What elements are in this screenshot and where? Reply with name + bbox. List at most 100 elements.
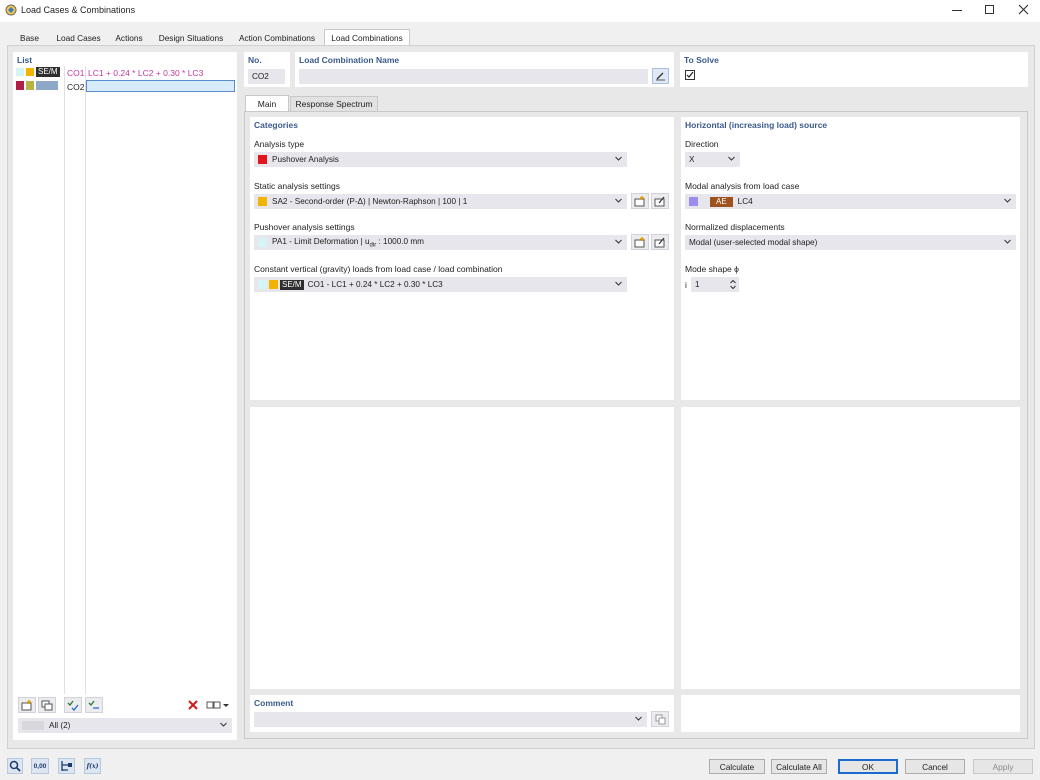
new-item-icon[interactable] <box>18 697 36 713</box>
color-swatch <box>26 81 34 90</box>
edit-pushover-settings-icon[interactable] <box>651 234 669 250</box>
tab-action-combinations[interactable]: Action Combinations <box>232 30 322 45</box>
delete-icon[interactable] <box>184 697 202 713</box>
edit-static-settings-icon[interactable] <box>651 193 669 209</box>
mode-shape-stepper[interactable]: 1 <box>691 277 739 292</box>
list-item-name-editor[interactable] <box>86 80 235 92</box>
comment-input[interactable] <box>254 712 647 727</box>
static-settings-select[interactable]: SA2 - Second-order (P-Δ) | Newton-Raphso… <box>254 194 627 209</box>
tab-label: Design Situations <box>158 32 224 43</box>
category-badge: SE/M <box>36 67 60 77</box>
minimize-icon[interactable] <box>952 10 962 11</box>
new-static-settings-icon[interactable] <box>631 193 649 209</box>
to-solve-panel: To Solve <box>680 52 1028 87</box>
gravity-loads-select[interactable]: SE/M CO1 - LC1 + 0.24 * LC2 + 0.30 * LC3 <box>254 277 627 292</box>
search-icon[interactable] <box>7 758 23 774</box>
comment-panel: Comment <box>250 695 674 732</box>
check-all-icon[interactable] <box>64 697 82 713</box>
tab-load-combinations[interactable]: Load Combinations <box>324 29 410 46</box>
list-title: List <box>17 55 33 65</box>
chevron-down-icon <box>615 280 622 287</box>
chevron-down-icon <box>615 155 622 162</box>
subtab-main[interactable]: Main <box>245 95 289 112</box>
uncheck-all-icon[interactable] <box>85 697 103 713</box>
static-settings-value: SA2 - Second-order (P-Δ) | Newton-Raphso… <box>272 197 468 206</box>
calculate-all-label: Calculate All <box>776 761 822 772</box>
static-swatch <box>258 197 267 206</box>
graphic-panel-left <box>250 407 674 689</box>
new-pushover-settings-icon[interactable] <box>631 234 649 250</box>
no-field[interactable]: CO2 <box>248 69 285 84</box>
view-options-icon[interactable] <box>204 697 232 713</box>
list-item-formula: LC1 + 0.24 * LC2 + 0.30 * LC3 <box>88 68 204 78</box>
copy-item-icon[interactable] <box>38 697 56 713</box>
chevron-down-icon <box>615 238 622 245</box>
filter-swatch <box>22 721 44 730</box>
name-input[interactable] <box>299 69 648 84</box>
cancel-button[interactable]: Cancel <box>905 759 965 774</box>
copy-comment-icon[interactable] <box>651 711 669 727</box>
apply-button[interactable]: Apply <box>973 759 1033 774</box>
graphic-panel-right <box>681 407 1020 689</box>
ok-button[interactable]: OK <box>838 759 898 774</box>
categories-panel: Categories Analysis type Pushover Analys… <box>250 117 674 400</box>
tab-label: Load Cases <box>56 32 101 43</box>
units-icon[interactable]: 0,00 <box>31 758 49 774</box>
pushover-settings-swatch <box>258 238 267 247</box>
title-bar: Load Cases & Combinations <box>0 0 1040 22</box>
tab-label: Action Combinations <box>238 32 316 43</box>
modal-analysis-select[interactable]: AE LC4 <box>685 194 1016 209</box>
tab-base[interactable]: Base <box>12 30 47 45</box>
categories-title: Categories <box>254 120 298 130</box>
comment-side-panel <box>681 695 1020 732</box>
tab-label: Base <box>20 32 39 43</box>
direction-select[interactable]: X <box>685 152 740 167</box>
list-item[interactable]: SE/M CO1 LC1 + 0.24 * LC2 + 0.30 * LC3 <box>13 67 237 79</box>
list-filter-value: All (2) <box>49 721 71 730</box>
edit-name-icon[interactable] <box>652 68 669 84</box>
window-title: Load Cases & Combinations <box>21 5 136 15</box>
modal-analysis-value: LC4 <box>737 197 753 206</box>
maximize-icon[interactable] <box>985 5 994 14</box>
to-solve-checkbox[interactable] <box>685 70 695 80</box>
chevron-down-icon <box>728 155 735 162</box>
stepper-arrows-icon[interactable] <box>730 279 736 290</box>
direction-label: Direction <box>685 139 719 149</box>
cancel-label: Cancel <box>922 761 948 772</box>
color-swatch <box>36 81 58 90</box>
analysis-type-value: Pushover Analysis <box>272 155 339 164</box>
analysis-type-select[interactable]: Pushover Analysis <box>254 152 627 167</box>
list-item-id: CO1 <box>67 68 85 78</box>
pushover-settings-tail: : 1000.0 mm <box>376 236 424 246</box>
calculate-all-button[interactable]: Calculate All <box>771 759 827 774</box>
normalized-displacements-select[interactable]: Modal (user-selected modal shape) <box>685 235 1016 250</box>
subtab-response-spectrum[interactable]: Response Spectrum <box>290 96 378 111</box>
mode-shape-value: 1 <box>695 280 700 289</box>
chevron-down-icon <box>1004 238 1011 245</box>
list-filter-select[interactable]: All (2) <box>18 718 232 733</box>
pushover-settings-main: PA1 - Limit Deformation | u <box>272 236 370 246</box>
ok-label: OK <box>862 761 874 772</box>
no-label: No. <box>248 55 262 65</box>
name-panel: Load Combination Name <box>295 52 674 87</box>
to-solve-label: To Solve <box>684 55 719 65</box>
subtab-label: Main <box>257 99 277 109</box>
pushover-settings-select[interactable]: PA1 - Limit Deformation | udir : 1000.0 … <box>254 235 627 250</box>
close-icon[interactable] <box>1018 4 1029 15</box>
modal-swatch <box>689 197 698 206</box>
horizontal-source-panel: Horizontal (increasing load) source Dire… <box>681 117 1020 400</box>
apply-label: Apply <box>992 761 1014 772</box>
calculate-button[interactable]: Calculate <box>709 759 765 774</box>
tab-load-cases[interactable]: Load Cases <box>51 30 106 45</box>
function-icon-text: f(x) <box>86 762 99 770</box>
tab-design-situations[interactable]: Design Situations <box>152 30 230 45</box>
list-item[interactable]: CO2 <box>13 80 237 92</box>
normalized-displacements-value: Modal (user-selected modal shape) <box>689 238 818 247</box>
mode-shape-prefix: i <box>685 280 687 290</box>
tree-structure-icon[interactable] <box>58 758 75 774</box>
pushover-swatch <box>258 155 267 164</box>
tab-actions[interactable]: Actions <box>108 30 150 45</box>
function-icon[interactable]: f(x) <box>84 758 101 774</box>
direction-value: X <box>689 155 695 164</box>
units-icon-text: 0,00 <box>33 762 47 770</box>
